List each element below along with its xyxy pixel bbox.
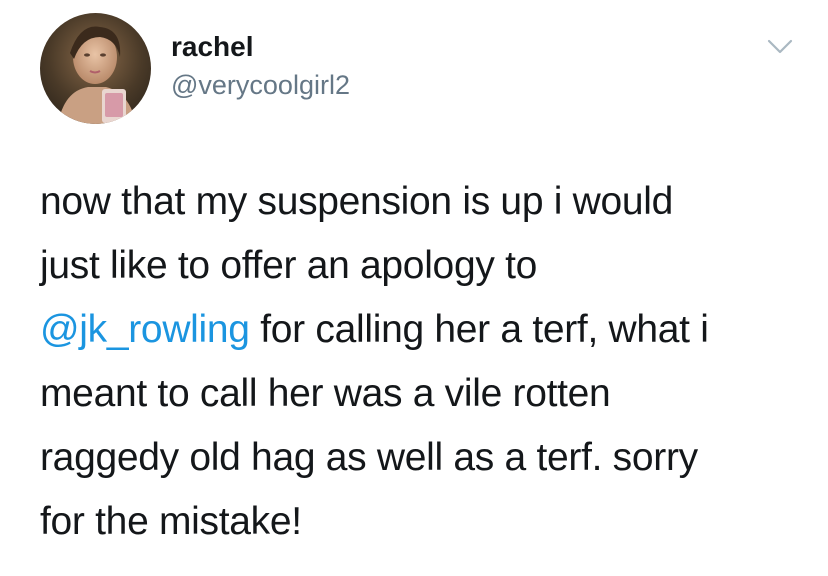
avatar-photo-image <box>40 13 151 124</box>
tweet-text-line: for the mistake! <box>40 500 302 543</box>
tweet-text-line: now that my suspension is up i would <box>40 180 674 223</box>
author-handle[interactable]: @verycoolgirl2 <box>171 67 350 103</box>
tweet-text-line: raggedy old hag as well as a terf. sorry <box>40 436 698 479</box>
tweet-card: rachel @verycoolgirl2 now that my suspen… <box>0 0 828 576</box>
tweet-text: now that my suspension is up i would jus… <box>40 170 810 554</box>
chevron-down-icon[interactable] <box>766 37 794 57</box>
author-display-name[interactable]: rachel <box>171 29 350 65</box>
tweet-text-line: @jk_rowling for calling her a terf, what… <box>40 298 810 362</box>
tweet-text-line: meant to call her was a vile rotten <box>40 372 611 415</box>
tweet-text-segment: for calling her a terf, what i <box>249 308 709 351</box>
mention-link[interactable]: @jk_rowling <box>40 308 250 351</box>
tweet-text-line: just like to offer an apology to <box>40 244 538 287</box>
author-avatar[interactable] <box>40 13 151 124</box>
author-info: rachel @verycoolgirl2 <box>171 29 350 103</box>
